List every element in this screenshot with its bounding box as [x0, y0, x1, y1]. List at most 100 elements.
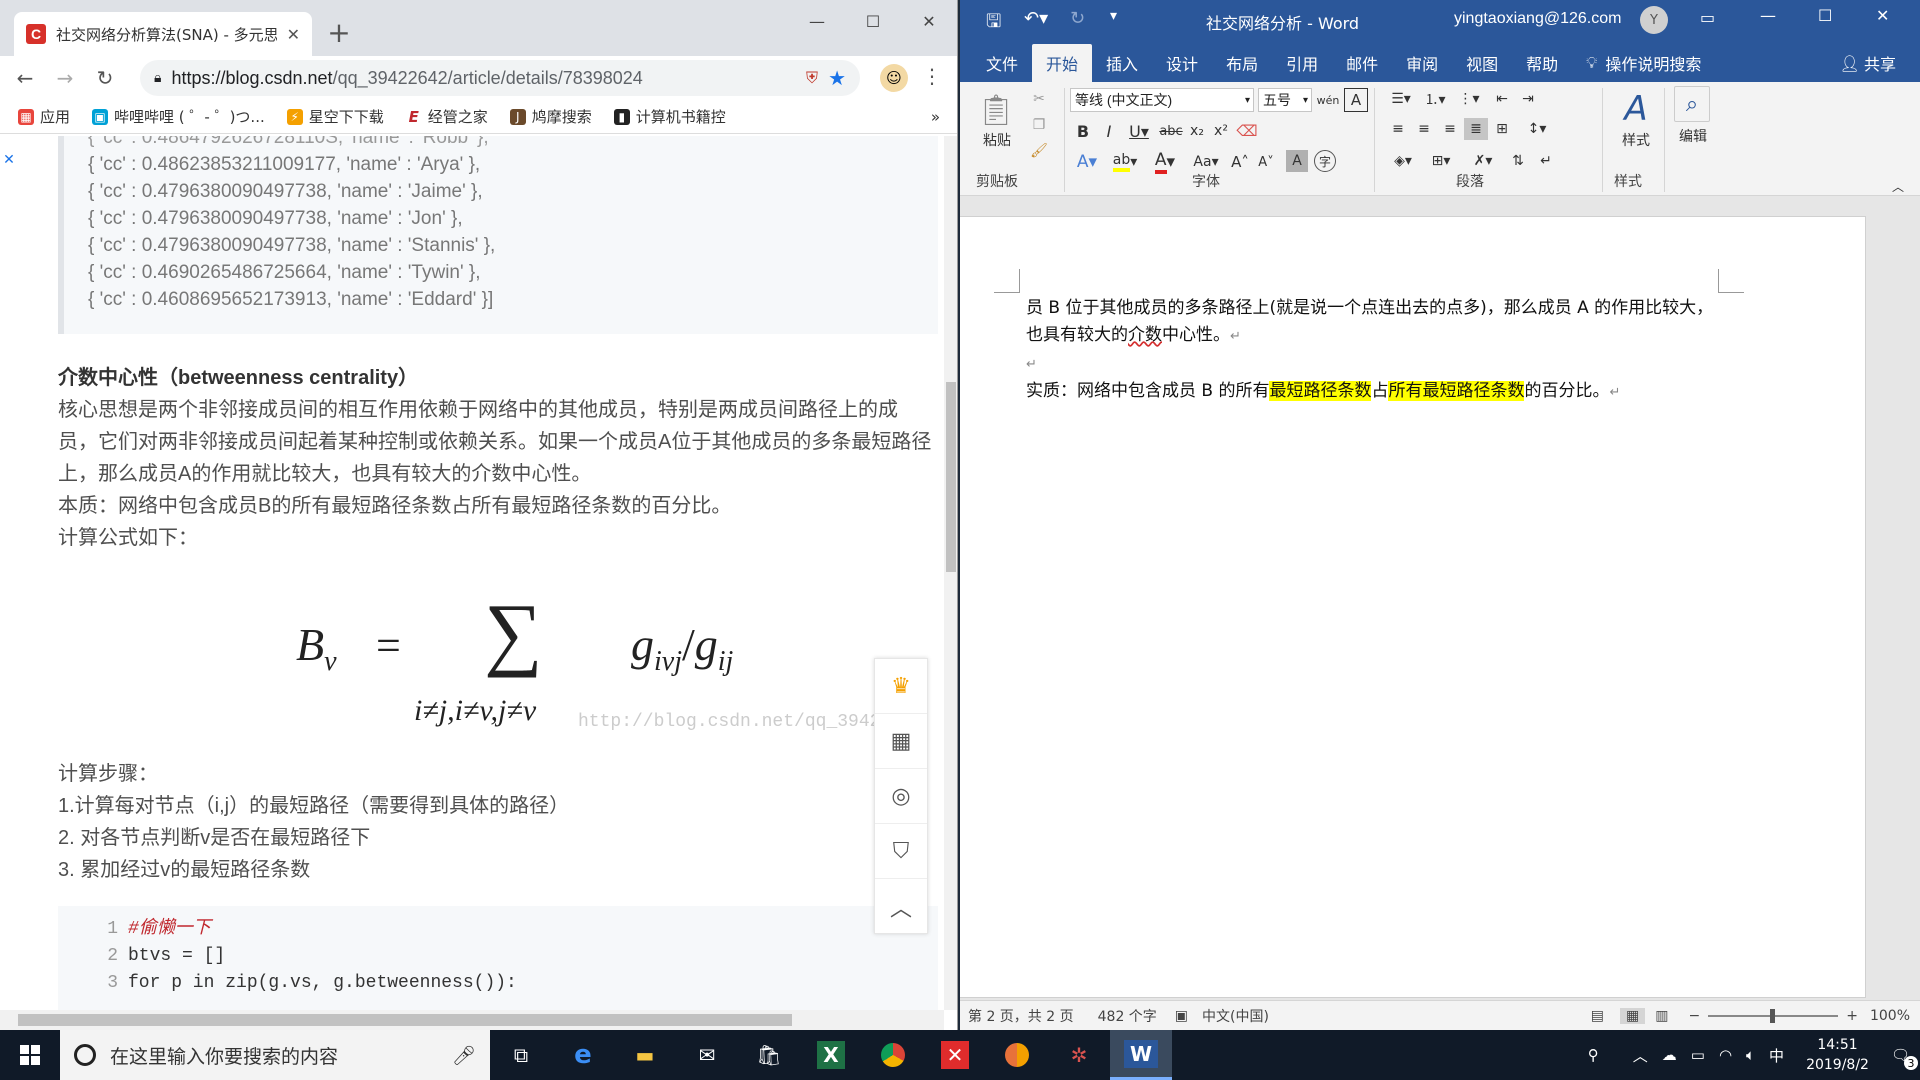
chrome-icon[interactable]: [862, 1030, 924, 1080]
excel-icon[interactable]: X: [800, 1030, 862, 1080]
clock[interactable]: 14:51 2019/8/2: [1806, 1035, 1869, 1075]
undo-icon[interactable]: ↶▾: [1024, 8, 1048, 29]
web-layout-icon[interactable]: ▥: [1655, 1008, 1668, 1024]
people-icon[interactable]: ⚲: [1588, 1046, 1599, 1064]
bookmarks-overflow-button[interactable]: »: [931, 108, 940, 126]
vip-crown-icon[interactable]: ♛: [875, 659, 927, 714]
page-count[interactable]: 第 2 页，共 2 页: [968, 1006, 1074, 1026]
find-icon[interactable]: ⌕: [1674, 86, 1710, 122]
line-spacing-icon[interactable]: ↕▾: [1522, 118, 1552, 140]
file-explorer-icon[interactable]: ▬: [614, 1030, 676, 1080]
numbering-icon[interactable]: ⒈▾: [1420, 88, 1450, 110]
align-center-icon[interactable]: ≡: [1412, 118, 1436, 140]
increase-indent-icon[interactable]: ⇥: [1516, 88, 1540, 110]
font-color-icon[interactable]: A ▾: [1148, 150, 1182, 174]
microphone-icon[interactable]: 🎤︎: [452, 1044, 476, 1067]
horizontal-scrollbar[interactable]: [0, 1010, 944, 1030]
clipboard-icon[interactable]: 📋︎: [976, 90, 1016, 130]
ime-indicator[interactable]: 中: [1769, 1045, 1784, 1066]
styles-icon[interactable]: A: [1612, 89, 1660, 129]
zoom-out-button[interactable]: −: [1689, 1008, 1701, 1024]
zoom-slider[interactable]: [1708, 1008, 1839, 1023]
close-window-button[interactable]: ✕: [1876, 6, 1889, 25]
xmind-icon[interactable]: ✕: [924, 1030, 986, 1080]
back-to-top-icon[interactable]: ︿: [875, 879, 927, 934]
word-count[interactable]: 482 个字: [1098, 1006, 1157, 1026]
clear-formatting-icon[interactable]: ⌫: [1236, 120, 1258, 142]
tab-references[interactable]: 引用: [1272, 44, 1332, 82]
multilevel-list-icon[interactable]: ⋮▾: [1454, 88, 1484, 110]
shading-icon[interactable]: ◈▾: [1386, 150, 1420, 172]
bookmark-item[interactable]: ▮ 计算机书籍控: [613, 106, 726, 127]
decrease-indent-icon[interactable]: ⇤: [1490, 88, 1514, 110]
close-icon[interactable]: ✕: [0, 150, 18, 170]
edge-icon[interactable]: e: [552, 1030, 614, 1080]
minimize-button[interactable]: —: [1760, 6, 1776, 25]
qq-icon[interactable]: ◎: [875, 769, 927, 824]
justify-icon[interactable]: ≣: [1464, 118, 1488, 140]
qr-code-icon[interactable]: ▦: [875, 714, 927, 769]
tab-file[interactable]: 文件: [972, 44, 1032, 82]
borders-icon[interactable]: ⊞▾: [1424, 150, 1458, 172]
maximize-button[interactable]: ☐: [1818, 6, 1832, 25]
ribbon-display-options-icon[interactable]: ▭: [1700, 8, 1715, 27]
mail-icon[interactable]: ✉: [676, 1030, 738, 1080]
format-painter-icon[interactable]: 🖌︎: [1028, 140, 1050, 162]
battery-icon[interactable]: ▭: [1691, 1046, 1705, 1064]
customize-qat-icon[interactable]: ▾: [1110, 8, 1117, 24]
redo-icon[interactable]: ↻: [1070, 8, 1085, 29]
character-border-icon[interactable]: A: [1344, 88, 1368, 112]
show-hidden-icons-icon[interactable]: ︿: [1633, 1045, 1648, 1066]
tab-review[interactable]: 审阅: [1392, 44, 1452, 82]
underline-icon[interactable]: U▾: [1124, 120, 1154, 142]
chinese-layout-icon[interactable]: ✗▾: [1466, 150, 1500, 172]
close-window-button[interactable]: ✕: [902, 6, 956, 36]
chrome-canary-icon[interactable]: [986, 1030, 1048, 1080]
tab-help[interactable]: 帮助: [1512, 44, 1572, 82]
tab-mailings[interactable]: 邮件: [1332, 44, 1392, 82]
character-shading-icon[interactable]: A: [1286, 150, 1308, 172]
shrink-font-icon[interactable]: A˅: [1254, 150, 1278, 174]
new-tab-button[interactable]: +: [324, 14, 354, 50]
language[interactable]: 中文(中国): [1202, 1006, 1269, 1026]
bookmark-item[interactable]: E 经管之家: [405, 106, 488, 127]
back-button[interactable]: ←: [10, 63, 40, 93]
tab-view[interactable]: 视图: [1452, 44, 1512, 82]
bookmark-item[interactable]: J 鸠摩搜索: [509, 106, 592, 127]
store-icon[interactable]: 🛍︎: [738, 1030, 800, 1080]
save-icon[interactable]: 🖫︎: [986, 9, 1001, 39]
minimize-button[interactable]: —: [790, 6, 844, 36]
avatar[interactable]: Y: [1640, 6, 1668, 34]
text-effects-icon[interactable]: A▾: [1072, 150, 1102, 174]
share-button[interactable]: 👤︎ 共享: [1826, 44, 1910, 82]
scrollbar-thumb[interactable]: [946, 382, 956, 572]
italic-icon[interactable]: I: [1098, 120, 1120, 142]
align-left-icon[interactable]: ≡: [1386, 118, 1410, 140]
user-account[interactable]: yingtaoxiang@126.com: [1454, 10, 1621, 28]
report-icon[interactable]: ⛉: [875, 824, 927, 879]
editing-button[interactable]: 编辑: [1670, 126, 1716, 146]
forward-button[interactable]: →: [50, 63, 80, 93]
tell-me-search[interactable]: 💡︎ 操作说明搜索: [1572, 44, 1715, 82]
bookmark-item[interactable]: ▦ 应用: [18, 106, 70, 127]
bookmark-star-icon[interactable]: ★: [828, 66, 846, 90]
profile-avatar[interactable]: ☺: [880, 64, 908, 92]
task-view-icon[interactable]: ⧉: [490, 1030, 552, 1080]
cloud-icon[interactable]: ☁: [1662, 1046, 1677, 1064]
bullets-icon[interactable]: ☰▾: [1386, 88, 1416, 110]
vertical-scrollbar[interactable]: [944, 136, 957, 1010]
subscript-icon[interactable]: x₂: [1186, 120, 1208, 142]
bold-icon[interactable]: B: [1072, 120, 1094, 142]
gear-app-icon[interactable]: ✲: [1048, 1030, 1110, 1080]
maximize-button[interactable]: ☐: [846, 6, 900, 36]
font-size-combo[interactable]: 五号 ▾: [1258, 88, 1312, 112]
bookmark-item[interactable]: ⚡ 星空下下载: [286, 106, 384, 127]
tab-layout[interactable]: 布局: [1212, 44, 1272, 82]
grow-font-icon[interactable]: A˄: [1228, 150, 1252, 174]
tab-insert[interactable]: 插入: [1092, 44, 1152, 82]
distributed-icon[interactable]: ⊞: [1490, 118, 1514, 140]
tab-design[interactable]: 设计: [1152, 44, 1212, 82]
cut-icon[interactable]: ✂: [1028, 88, 1050, 110]
zoom-level[interactable]: 100%: [1870, 1008, 1910, 1024]
styles-button[interactable]: 样式: [1612, 130, 1660, 150]
